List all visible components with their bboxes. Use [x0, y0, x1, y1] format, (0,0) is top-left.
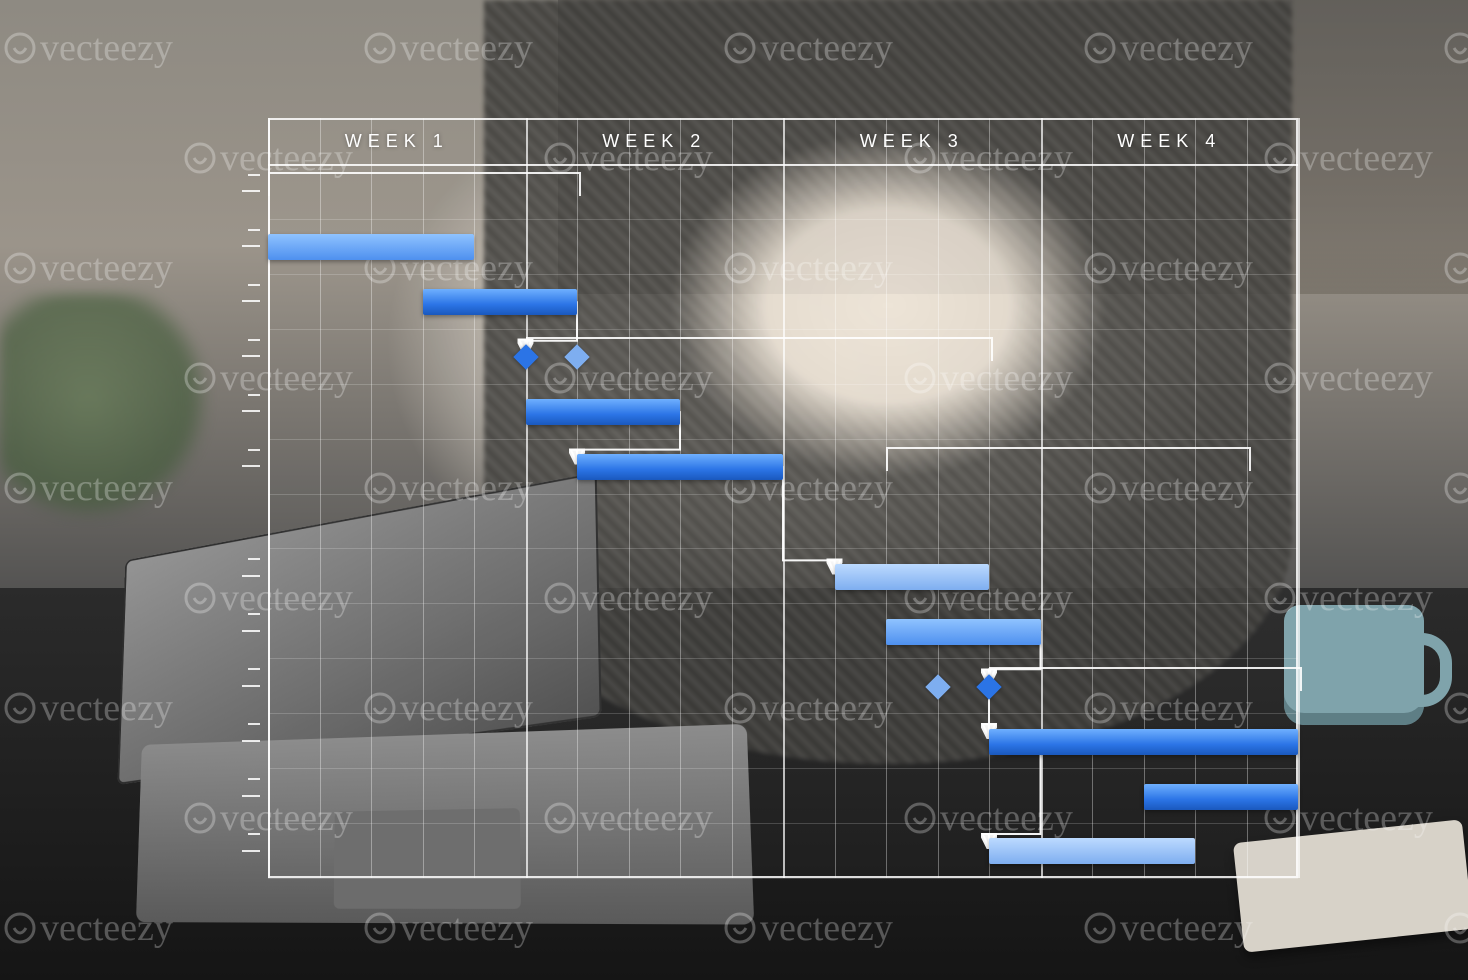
summary-bracket [989, 667, 1302, 685]
task-bar [989, 838, 1195, 864]
task-bar [1144, 784, 1299, 810]
summary-bracket [526, 337, 994, 355]
task-bar [526, 399, 681, 425]
task-bar [835, 564, 990, 590]
milestone-diamond [925, 674, 950, 699]
row-tick-marks [234, 164, 268, 878]
gantt-chart: WEEK 1 WEEK 2 WEEK 3 WEEK 4 [268, 118, 1298, 878]
summary-bracket [268, 172, 581, 190]
task-bar [268, 234, 474, 260]
task-bar [989, 729, 1298, 755]
summary-bracket [886, 447, 1251, 465]
plant-decor [0, 294, 220, 554]
task-bar [577, 454, 783, 480]
task-bar [423, 289, 578, 315]
task-bar [886, 619, 1041, 645]
gantt-bars-layer [268, 118, 1298, 878]
coffee-mug [1284, 605, 1424, 725]
